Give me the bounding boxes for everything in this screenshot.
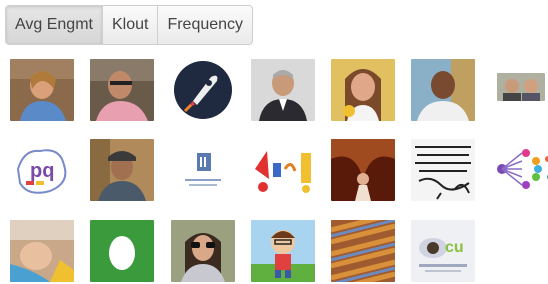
- avatar-man-bald[interactable]: [411, 59, 475, 121]
- avatar-grid: pq cu: [0, 0, 548, 284]
- avatar-rocket-logo[interactable]: [171, 59, 235, 121]
- avatar-blue-logo[interactable]: [171, 139, 235, 201]
- avatar-cu-logo[interactable]: cu: [411, 220, 475, 282]
- avatar-woven-pattern[interactable]: [331, 220, 395, 282]
- avatar-handwritten-text[interactable]: [411, 139, 475, 201]
- avatar-share-dots[interactable]: [492, 139, 548, 201]
- avatar-pq-logo[interactable]: pq: [10, 139, 74, 201]
- avatar-woman-sunglasses[interactable]: [171, 220, 235, 282]
- avatar-woman-blue-shirt[interactable]: [10, 59, 74, 121]
- avatar-egg-icon[interactable]: [90, 220, 154, 282]
- avatar-two-people[interactable]: [497, 73, 545, 101]
- avatar-colorful-logo[interactable]: [251, 139, 315, 201]
- svg-text:cu: cu: [445, 239, 464, 256]
- avatar-cave-figure[interactable]: [331, 139, 395, 201]
- svg-text:pq: pq: [30, 160, 54, 182]
- avatar-woman-smiling[interactable]: [331, 59, 395, 121]
- avatar-hand-child[interactable]: [10, 220, 74, 282]
- avatar-man-pink-shirt[interactable]: [90, 59, 154, 121]
- avatar-man-hat[interactable]: [90, 139, 154, 201]
- avatar-man-suit[interactable]: [251, 59, 315, 121]
- avatar-cartoon-boy[interactable]: [251, 220, 315, 282]
